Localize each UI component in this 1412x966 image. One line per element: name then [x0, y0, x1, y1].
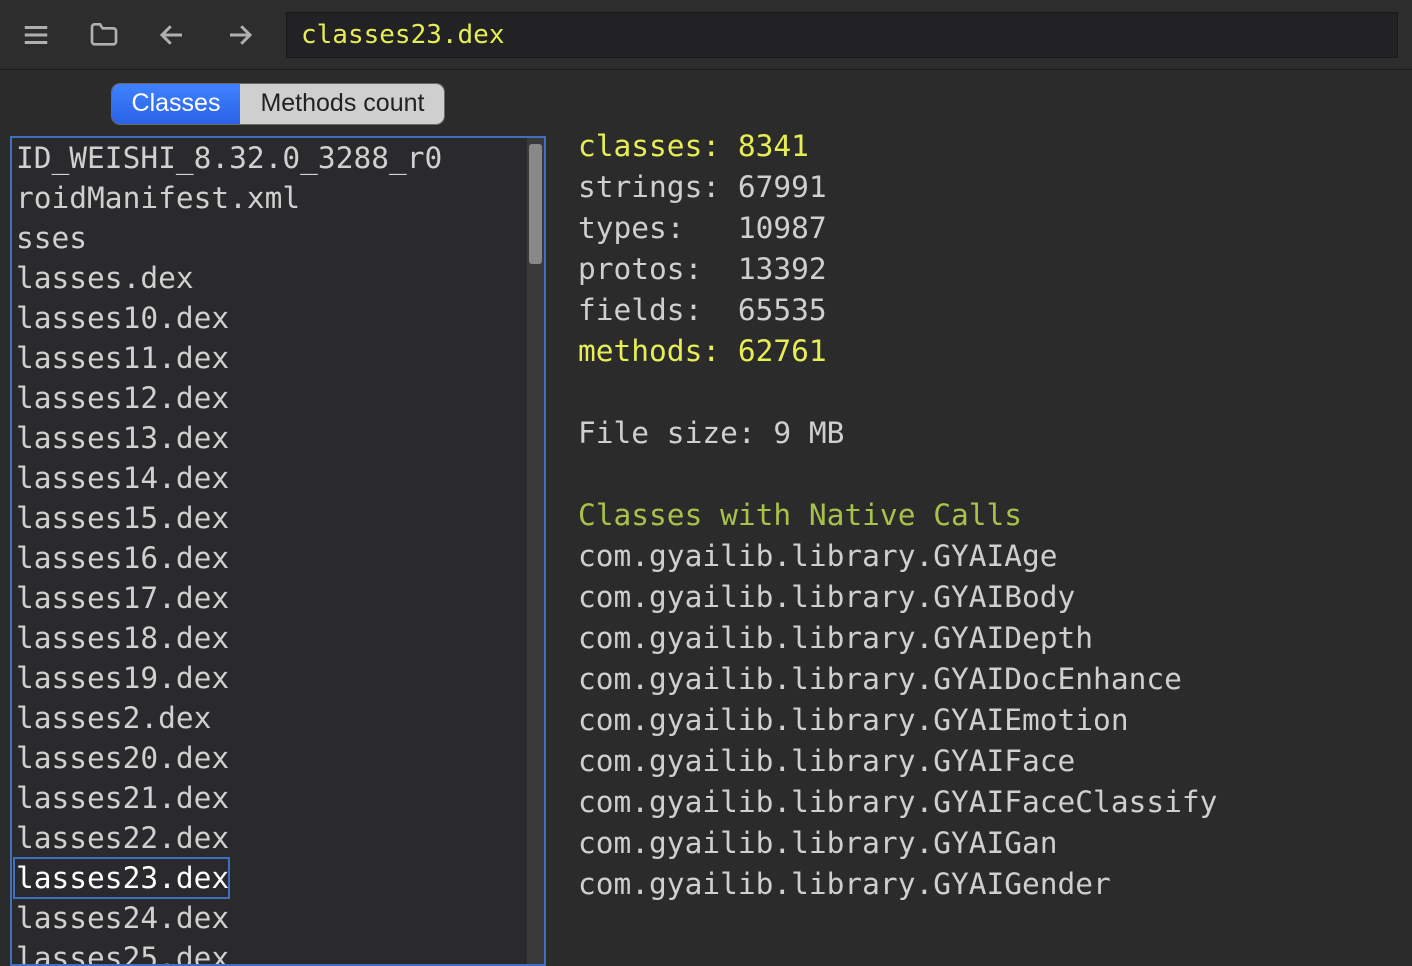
tree-item[interactable]: lasses17.dex [14, 578, 526, 618]
tree-item[interactable]: sses [14, 218, 526, 258]
tree-item[interactable]: lasses16.dex [14, 538, 526, 578]
menu-icon[interactable] [14, 13, 58, 57]
main: Classes Methods count ID_WEISHI_8.32.0_3… [0, 70, 1412, 966]
tree-item[interactable]: lasses.dex [14, 258, 526, 298]
tree-scrollthumb[interactable] [529, 144, 542, 264]
stat-filesize-label: File size: [578, 416, 756, 450]
tree-item[interactable]: lasses12.dex [14, 378, 526, 418]
tree-item[interactable]: lasses23.dex [14, 858, 229, 898]
path-input[interactable]: classes23.dex [286, 12, 1398, 58]
stat-protos-label: protos: [578, 252, 702, 286]
stat-types-value: 10987 [738, 211, 827, 245]
stats-block: classes: 8341 strings: 67991 types: 1098… [578, 126, 1394, 905]
tree-item[interactable]: lasses25.dex [14, 938, 526, 964]
native-calls-list: com.gyailib.library.GYAIAge com.gyailib.… [578, 539, 1217, 901]
tree-view: ID_WEISHI_8.32.0_3288_r0roidManifest.xml… [10, 136, 546, 966]
tree-item[interactable]: ID_WEISHI_8.32.0_3288_r0 [14, 138, 526, 178]
tree-item[interactable]: lasses2.dex [14, 698, 526, 738]
tab-methods-count[interactable]: Methods count [240, 84, 444, 124]
stat-strings-label: strings: [578, 170, 720, 204]
tree-item[interactable]: roidManifest.xml [14, 178, 526, 218]
stat-protos-value: 13392 [738, 252, 827, 286]
details-panel: classes: 8341 strings: 67991 types: 1098… [556, 70, 1412, 966]
left-panel: Classes Methods count ID_WEISHI_8.32.0_3… [0, 70, 556, 966]
stat-methods-label: methods: [578, 334, 720, 368]
tree-item[interactable]: lasses19.dex [14, 658, 526, 698]
toolbar: classes23.dex [0, 0, 1412, 70]
tree-item[interactable]: lasses10.dex [14, 298, 526, 338]
tree-item[interactable]: lasses11.dex [14, 338, 526, 378]
tree-item[interactable]: lasses14.dex [14, 458, 526, 498]
tree-item[interactable]: lasses18.dex [14, 618, 526, 658]
stat-classes-label: classes: [578, 129, 720, 163]
folder-icon[interactable] [82, 13, 126, 57]
stat-fields-label: fields: [578, 293, 702, 327]
arrow-left-icon[interactable] [150, 13, 194, 57]
tree-item[interactable]: lasses13.dex [14, 418, 526, 458]
tree-scrollbar[interactable] [526, 138, 544, 964]
stat-filesize-value: 9 MB [773, 416, 844, 450]
tree-item[interactable]: lasses24.dex [14, 898, 526, 938]
stat-fields-value: 65535 [738, 293, 827, 327]
path-text: classes23.dex [301, 20, 505, 50]
tree-item[interactable]: lasses21.dex [14, 778, 526, 818]
stat-classes-value: 8341 [738, 129, 809, 163]
tree-item[interactable]: lasses20.dex [14, 738, 526, 778]
stat-types-label: types: [578, 211, 685, 245]
arrow-right-icon[interactable] [218, 13, 262, 57]
native-calls-title: Classes with Native Calls [578, 498, 1022, 532]
tab-classes[interactable]: Classes [112, 84, 241, 124]
tab-bar: Classes Methods count [10, 84, 546, 124]
tree-item[interactable]: lasses22.dex [14, 818, 526, 858]
tree-item[interactable]: lasses15.dex [14, 498, 526, 538]
stat-strings-value: 67991 [738, 170, 827, 204]
stat-methods-value: 62761 [738, 334, 827, 368]
